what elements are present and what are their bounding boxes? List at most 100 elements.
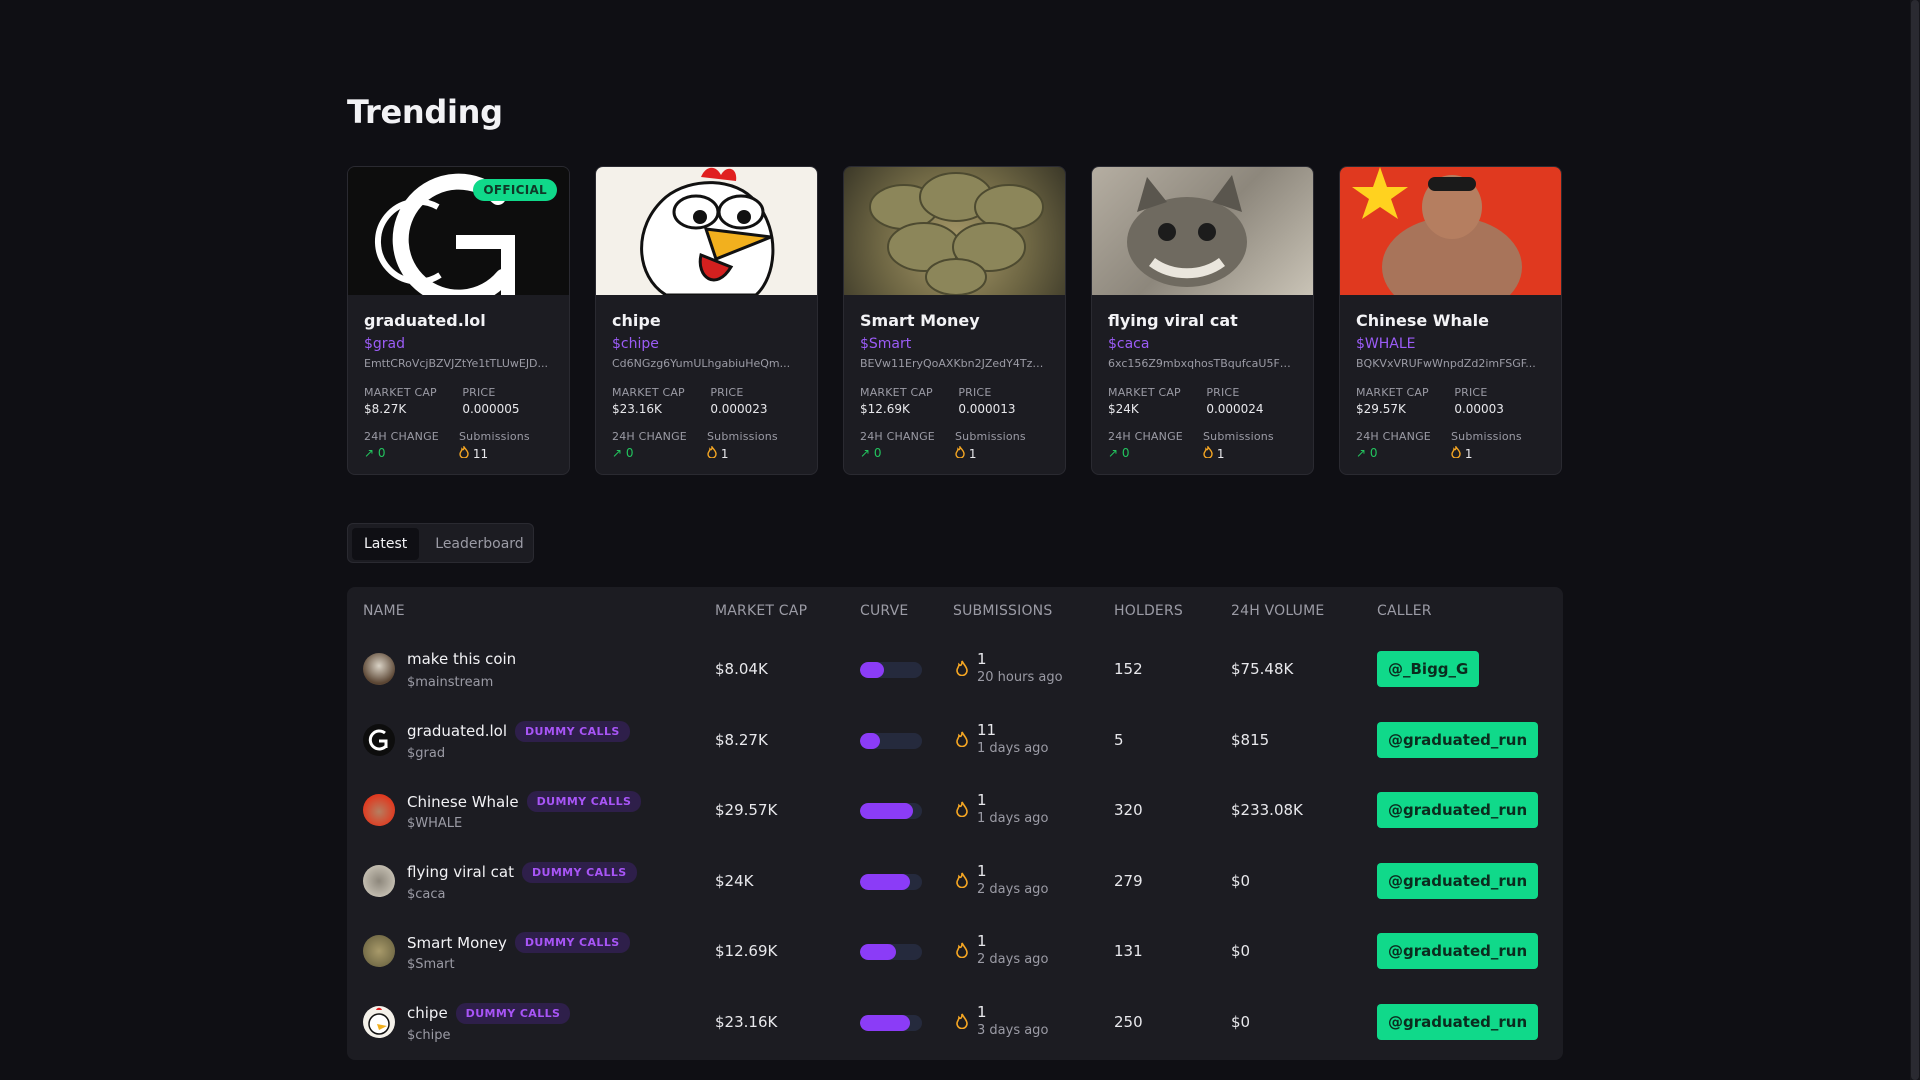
market-cap-value: $24K: [1108, 402, 1139, 416]
submissions-label: Submissions: [707, 430, 778, 443]
trending-card-smart-money[interactable]: Smart Money $Smart BEVw11EryQoAXKbn2JZed…: [843, 166, 1066, 475]
caller-button[interactable]: @graduated_run: [1377, 1003, 1539, 1040]
table-row[interactable]: graduated.lol DUMMY CALLS $grad $8.27K 11 1 d…: [347, 705, 1563, 775]
flame-icon: [459, 444, 469, 459]
submissions-value: 11: [472, 447, 489, 461]
submissions-count: 1: [977, 650, 987, 668]
submissions-label: Submissions: [1451, 430, 1522, 443]
tab-leaderboard[interactable]: Leaderboard: [423, 528, 535, 560]
price-label: PRICE: [1454, 386, 1488, 399]
token-image-chipe: [596, 167, 817, 295]
dummy-calls-badge: DUMMY CALLS: [515, 720, 630, 742]
submissions-count: 1: [977, 791, 987, 809]
header-holders[interactable]: HOLDERS: [1114, 603, 1183, 619]
dummy-calls-badge: DUMMY CALLS: [514, 932, 630, 953]
price-value: 0.000024: [1206, 402, 1264, 416]
flame-icon: [956, 872, 968, 888]
table-row[interactable]: Smart Money DUMMY CALLS $Smart $12.69K 1 2 da…: [347, 916, 1563, 986]
token-ticker: $caca: [407, 886, 446, 902]
token-ticker: $mainstream: [407, 675, 494, 690]
official-badge: OFFICIAL: [473, 179, 557, 201]
token-name[interactable]: chipe: [407, 1004, 448, 1022]
token-name[interactable]: Smart Money: [407, 934, 507, 952]
card-ticker: $grad: [364, 336, 406, 352]
flame-icon: [956, 942, 968, 958]
market-cap-value: $23.16K: [715, 1012, 778, 1031]
token-image-flying-cat: [1092, 167, 1313, 295]
card-address: BEVw11EryQoAXKbn2JZedY4Tz7...: [860, 357, 1049, 370]
caller-button[interactable]: @_Bigg_G: [1377, 651, 1480, 687]
change-label: 24H CHANGE: [1108, 430, 1183, 443]
holders-value: 320: [1114, 801, 1143, 819]
token-image-smart-money: [844, 167, 1065, 295]
table-row[interactable]: flying viral cat DUMMY CALLS $caca $24K 1 2 d…: [347, 846, 1563, 916]
flame-icon: [955, 444, 965, 459]
token-name[interactable]: flying viral cat: [407, 863, 514, 881]
header-submissions[interactable]: SUBMISSIONS: [953, 603, 1052, 619]
money-head-icon: [869, 172, 1044, 295]
token-ticker: $Smart: [407, 957, 455, 972]
caller-button[interactable]: @graduated_run: [1377, 792, 1539, 828]
market-cap-value: $8.27K: [364, 402, 407, 416]
card-address: BQKVxVRUFwWnpdZd2imFSGF...: [1356, 357, 1536, 370]
table-row[interactable]: chipe DUMMY CALLS $chipe $23.16K 1 3 days ago…: [347, 987, 1563, 1057]
table-row[interactable]: Chinese Whale DUMMY CALLS $WHALE $29.57K 1 1 …: [347, 775, 1563, 845]
market-cap-value: $24K: [715, 871, 754, 890]
submissions-value: 1: [968, 447, 977, 461]
table-row[interactable]: make this coin $mainstream $8.04K 1 20 hours…: [347, 634, 1563, 704]
card-name: graduated.lol: [364, 311, 486, 330]
scrollbar-thumb[interactable]: [1911, 0, 1919, 1080]
volume-value: $75.48K: [1231, 660, 1294, 678]
tab-latest[interactable]: Latest: [352, 528, 420, 560]
header-caller[interactable]: CALLER: [1377, 603, 1432, 619]
trending-card-chipe[interactable]: chipe $chipe Cd6NGzg6YumULhgabiuHeQm... …: [595, 166, 818, 475]
token-avatar: [363, 864, 395, 897]
token-name[interactable]: Chinese Whale: [407, 793, 519, 811]
header-market-cap[interactable]: MARKET CAP: [715, 603, 807, 619]
flame-icon: [956, 1013, 968, 1029]
trending-card-graduated[interactable]: OFFICIAL graduated.lol $grad EmttCRoVcjB…: [347, 166, 570, 475]
caller-button[interactable]: @graduated_run: [1377, 721, 1539, 758]
volume-value: $233.08K: [1231, 801, 1303, 819]
trending-card-chinese-whale[interactable]: Chinese Whale $WHALE BQKVxVRUFwWnpdZd2im…: [1339, 166, 1562, 475]
submission-time: 20 hours ago: [977, 670, 1063, 685]
dummy-calls-badge: DUMMY CALLS: [526, 791, 642, 812]
change-label: 24H CHANGE: [612, 430, 687, 443]
market-cap-label: MARKET CAP: [1356, 386, 1429, 399]
volume-value: $0: [1231, 871, 1251, 890]
dummy-calls-badge: DUMMY CALLS: [521, 861, 637, 883]
market-cap-label: MARKET CAP: [364, 386, 437, 399]
submissions-label: Submissions: [1203, 430, 1274, 443]
submissions-label: Submissions: [459, 430, 530, 443]
header-curve[interactable]: CURVE: [860, 603, 908, 619]
submission-time: 2 days ago: [977, 881, 1049, 897]
token-avatar: [363, 653, 395, 685]
holders-value: 5: [1114, 730, 1124, 749]
price-value: 0.000013: [958, 402, 1016, 416]
submission-time: 3 days ago: [977, 1022, 1049, 1038]
trending-card-flying-cat[interactable]: flying viral cat $caca 6xc156Z9mbxqhosTB…: [1091, 166, 1314, 475]
card-ticker: $Smart: [860, 336, 912, 352]
market-cap-value: $29.57K: [1356, 402, 1406, 416]
caller-button[interactable]: @graduated_run: [1377, 862, 1539, 899]
market-cap-label: MARKET CAP: [1108, 386, 1181, 399]
header-volume[interactable]: 24H VOLUME: [1231, 603, 1324, 619]
price-label: PRICE: [958, 386, 992, 399]
price-value: 0.000005: [462, 402, 520, 416]
card-address: EmttCRoVcjBZVJZtYe1tTLUwEJD...: [364, 357, 549, 370]
submissions-value: 1: [1216, 447, 1225, 461]
header-name[interactable]: NAME: [363, 603, 405, 619]
trend-up-icon: ↗: [364, 446, 375, 460]
submission-time: 1 days ago: [977, 740, 1049, 756]
token-name[interactable]: make this coin: [407, 650, 516, 668]
submissions-label: Submissions: [955, 430, 1026, 443]
card-name: flying viral cat: [1108, 311, 1238, 330]
flame-icon: [956, 731, 968, 747]
price-label: PRICE: [710, 386, 744, 399]
token-name[interactable]: graduated.lol: [407, 722, 507, 740]
token-ticker: $grad: [407, 745, 446, 761]
token-image-graduated: OFFICIAL: [348, 167, 569, 295]
change-value: 0: [1121, 446, 1130, 460]
change-label: 24H CHANGE: [860, 430, 935, 443]
caller-button[interactable]: @graduated_run: [1377, 933, 1539, 969]
